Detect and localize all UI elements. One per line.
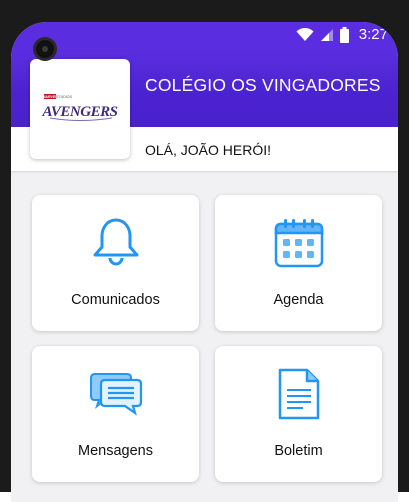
menu-item-label: Boletim — [274, 443, 323, 459]
battery-icon — [339, 26, 349, 43]
phone-side-button — [403, 0, 409, 22]
menu-item-label: Agenda — [273, 292, 324, 308]
menu-item-label: Mensagens — [78, 443, 153, 459]
avengers-logo: MARVEL STUDIOS AVENGERS — [42, 94, 118, 121]
school-name: COLÉGIO OS VINGADORES — [145, 75, 381, 95]
wifi-icon — [296, 27, 314, 41]
front-camera — [33, 37, 57, 61]
calendar-icon — [274, 219, 323, 268]
app-screen: 3:27 COLÉGIO OS VINGADORES OLÁ, JOÃO HER… — [11, 22, 398, 502]
school-logo-card: MARVEL STUDIOS AVENGERS — [30, 59, 130, 159]
chat-icon — [89, 373, 142, 416]
menu-item-comunicados[interactable]: Comunicados — [32, 195, 199, 331]
status-time: 3:27 — [358, 26, 388, 43]
document-icon — [278, 368, 319, 420]
menu-item-mensagens[interactable]: Mensagens — [32, 346, 199, 482]
menu-item-agenda[interactable]: Agenda — [215, 195, 382, 331]
status-icons: 3:27 — [296, 26, 388, 43]
user-greeting: OLÁ, JOÃO HERÓI! — [145, 142, 272, 158]
signal-icon — [320, 28, 333, 41]
svg-text:AVENGERS: AVENGERS — [42, 104, 118, 120]
status-bar: 3:27 — [11, 22, 398, 48]
menu-item-label: Comunicados — [71, 292, 160, 308]
svg-text:STUDIOS: STUDIOS — [56, 95, 73, 99]
bell-icon — [93, 218, 138, 266]
phone-frame: 3:27 COLÉGIO OS VINGADORES OLÁ, JOÃO HER… — [0, 0, 409, 502]
menu-item-boletim[interactable]: Boletim — [215, 346, 382, 482]
